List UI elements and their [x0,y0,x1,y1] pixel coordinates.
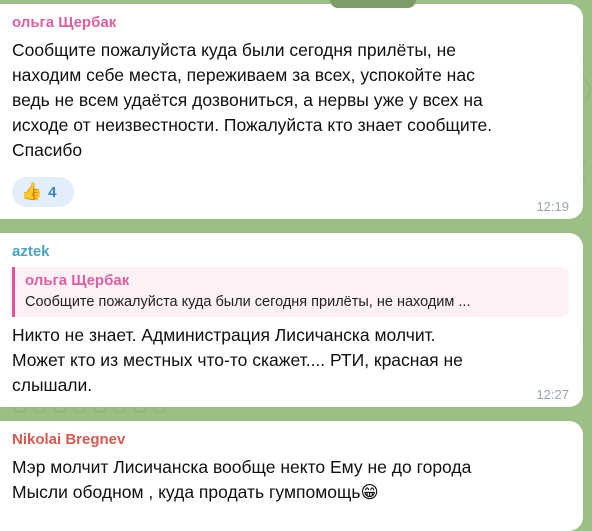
message-author[interactable]: ольга Щербак [12,14,116,31]
message-text: Никто не знает. Администрация Лисичанска… [12,325,463,395]
thumbs-up-icon: 👍 [21,182,43,201]
message-author[interactable]: Nikolai Bregnev [12,431,125,448]
message-time: 12:19 [536,199,569,214]
reaction-count: 4 [48,183,57,201]
reaction-badge[interactable]: 👍 4 [12,177,74,207]
message-text: Мэр молчит Лисичанска вообще некто Ему н… [12,457,472,502]
message-text: Сообщите пожалуйста куда были сегодня пр… [12,40,493,160]
message-bubble-3[interactable]: Nikolai Bregnev Мэр молчит Лисичанска во… [0,421,583,531]
message-bubble-1[interactable]: ольга Щербак Сообщите пожалуйста куда бы… [0,0,583,219]
date-pill [330,0,416,8]
reply-quote[interactable]: ольга Щербак Сообщите пожалуйста куда бы… [12,267,569,317]
reply-author: ольга Щербак [25,272,130,289]
grinning-face-icon: 😁 [360,482,379,502]
message-time: 12:27 [536,387,569,402]
message-bubble-2[interactable]: aztek ольга Щербак Сообщите пожалуйста к… [0,233,583,407]
reply-text: Сообщите пожалуйста куда были сегодня пр… [25,294,471,310]
message-author[interactable]: aztek [12,243,50,260]
